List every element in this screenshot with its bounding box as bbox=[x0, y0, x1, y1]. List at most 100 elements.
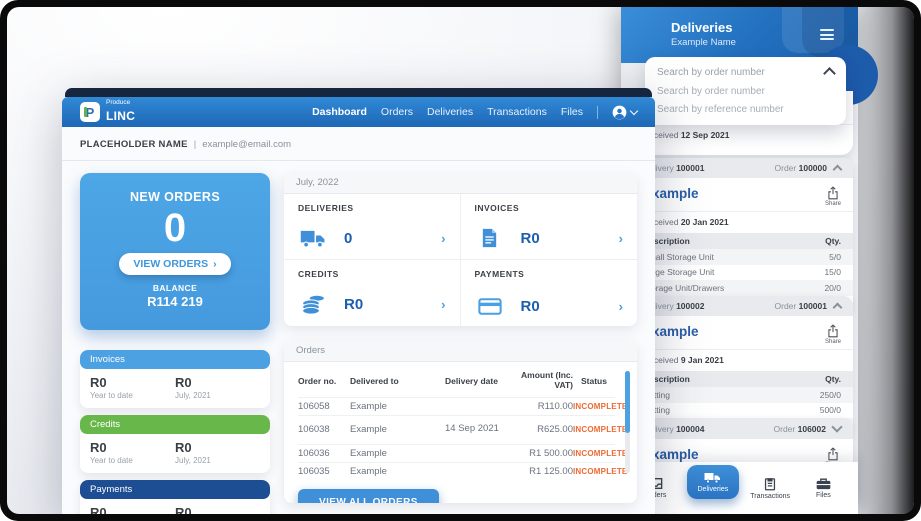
search-dropdown: Search by order number Search by order n… bbox=[645, 57, 846, 125]
screen-viewport: Deliveries Example Name Example Share Re… bbox=[7, 7, 914, 514]
chevron-up-icon bbox=[823, 67, 836, 80]
deliveries-tile[interactable]: DELIVERIES 0 › bbox=[284, 194, 461, 260]
collapse-icon[interactable] bbox=[832, 164, 843, 174]
balance-label: BALANCE bbox=[152, 283, 198, 293]
view-orders-button[interactable]: VIEW ORDERS › bbox=[119, 253, 231, 275]
chevron-down-icon bbox=[629, 106, 639, 116]
item-row: Large Storage Unit 15/0 bbox=[643, 267, 841, 277]
table-row[interactable]: 106035 Example R1 125.00 INCOMPLETE bbox=[298, 461, 627, 480]
logo-icon: P bbox=[80, 102, 100, 122]
search-option-order-number[interactable]: Search by order number bbox=[645, 83, 846, 101]
mobile-header: Deliveries Example Name bbox=[621, 7, 858, 63]
share-button[interactable]: Share bbox=[825, 186, 841, 207]
main-nav-bar: P Produce LINC Dashboard Orders Deliveri… bbox=[62, 97, 655, 127]
item-row: Netting 250/0 bbox=[631, 387, 853, 403]
nav-files[interactable]: Files bbox=[561, 106, 583, 118]
credits-ytd-value: R0 bbox=[90, 440, 107, 455]
mobile-bottom-nav: Orders Deliveries Transactions Files bbox=[621, 462, 858, 514]
delivery-card: Delivery 100002 Order 100001 Example Sha… bbox=[631, 296, 853, 434]
brand-linc: LINC bbox=[106, 108, 136, 123]
main-nav-items: Dashboard Orders Deliveries Transactions… bbox=[312, 105, 639, 120]
right-column: July, 2022 DELIVERIES 0 › INVOICES R0 › … bbox=[284, 173, 637, 503]
items-table-header: Description Qty. bbox=[631, 371, 853, 387]
payments-summary-title: Payments bbox=[80, 480, 270, 499]
nav-deliveries[interactable]: Deliveries bbox=[427, 106, 473, 118]
received-date-row: Received 9 Jan 2021 bbox=[631, 349, 853, 371]
invoices-tile[interactable]: INVOICES R0 › bbox=[460, 194, 637, 260]
share-icon bbox=[828, 447, 838, 461]
mobile-user-name: Example Name bbox=[671, 37, 736, 48]
item-row: Storage Unit/Drawers 20/0 bbox=[631, 280, 853, 296]
left-column: NEW ORDERS 0 VIEW ORDERS › BALANCE R114 … bbox=[80, 173, 270, 514]
chevron-right-icon: › bbox=[213, 258, 217, 270]
received-date-row: Received 12 Sep 2021 bbox=[631, 124, 853, 146]
desktop-dashboard-window: P Produce LINC Dashboard Orders Deliveri… bbox=[62, 88, 655, 514]
delivery-card-header[interactable]: Delivery 100004 Order 106002 bbox=[631, 418, 853, 439]
scrollbar-thumb[interactable] bbox=[625, 371, 630, 433]
invoice-icon bbox=[475, 228, 505, 248]
new-orders-card: NEW ORDERS 0 VIEW ORDERS › BALANCE R114 … bbox=[80, 173, 270, 330]
credits-summary-card: Credits R0 Year to date R0 July, 2021 bbox=[80, 415, 270, 473]
invoices-ytd-value: R0 bbox=[90, 375, 107, 390]
payments-tile[interactable]: PAYMENTS R0 › bbox=[461, 260, 638, 326]
month-panel-title: July, 2022 bbox=[284, 173, 637, 194]
credits-summary-title: Credits bbox=[80, 415, 270, 434]
orders-table: Order no. Delivered to Delivery date Amo… bbox=[284, 362, 637, 480]
card-icon bbox=[475, 298, 505, 315]
account-name: PLACEHOLDER NAME bbox=[80, 139, 188, 150]
table-row[interactable]: 106058 Example R110.00 INCOMPLETE bbox=[298, 396, 627, 415]
chevron-right-icon: › bbox=[441, 231, 446, 246]
received-date-row: Received 20 Jan 2021 bbox=[631, 211, 853, 233]
item-row: Small Storage Unit 5/0 bbox=[631, 249, 853, 265]
nav-divider bbox=[597, 105, 598, 119]
item-row: Netting 500/0 bbox=[643, 405, 841, 415]
delivery-card: Delivery 100001 Order 100000 Example Sha… bbox=[631, 158, 853, 311]
status-badge: INCOMPLETE bbox=[573, 448, 628, 458]
mobile-nav-transactions[interactable]: Transactions bbox=[748, 477, 792, 500]
truck-icon bbox=[298, 229, 328, 248]
produce-linc-logo[interactable]: P Produce LINC bbox=[80, 100, 135, 124]
orders-panel-title: Orders bbox=[284, 341, 637, 362]
brand-produce: Produce bbox=[106, 99, 131, 107]
status-badge: INCOMPLETE bbox=[573, 401, 628, 411]
hamburger-menu-icon[interactable] bbox=[820, 29, 834, 43]
delivery-card-header[interactable]: Delivery 100001 Order 100000 bbox=[631, 158, 853, 178]
table-scrollbar[interactable] bbox=[625, 371, 630, 473]
nav-dashboard[interactable]: Dashboard bbox=[312, 106, 367, 118]
collapse-icon[interactable] bbox=[832, 302, 843, 312]
search-input[interactable]: Search by order number bbox=[645, 62, 846, 83]
chevron-right-icon: › bbox=[441, 297, 446, 312]
chevron-right-icon: › bbox=[618, 299, 623, 314]
nav-orders[interactable]: Orders bbox=[381, 106, 413, 118]
dashboard-body: PLACEHOLDER NAME | example@email.com NEW… bbox=[62, 127, 655, 514]
chevron-right-icon: › bbox=[618, 230, 623, 246]
share-button[interactable]: Share bbox=[825, 324, 841, 345]
invoices-summary-card: Invoices R0 Year to date R0 July, 2021 bbox=[80, 350, 270, 408]
mobile-nav-files[interactable]: Files bbox=[801, 478, 845, 499]
payments-prev-value: R0 bbox=[175, 505, 192, 514]
search-option-reference-number[interactable]: Search by reference number bbox=[645, 101, 846, 119]
month-summary-panel: July, 2022 DELIVERIES 0 › INVOICES R0 › … bbox=[284, 173, 637, 326]
invoices-prev-value: R0 bbox=[175, 375, 192, 390]
status-badge: INCOMPLETE bbox=[573, 466, 628, 476]
account-menu[interactable] bbox=[612, 105, 639, 120]
delivery-card-header[interactable]: Delivery 100002 Order 100001 bbox=[631, 296, 853, 316]
invoices-summary-title: Invoices bbox=[80, 350, 270, 369]
coins-icon bbox=[298, 294, 328, 315]
mobile-page-title: Deliveries bbox=[671, 20, 733, 35]
status-badge: INCOMPLETE bbox=[573, 425, 628, 435]
balance-value: R114 219 bbox=[147, 294, 203, 309]
expand-icon[interactable] bbox=[831, 421, 843, 433]
table-row[interactable]: 106038 Example 14 Sep 2021 R625.00 INCOMPLET… bbox=[298, 414, 627, 444]
credits-tile[interactable]: CREDITS R0 › bbox=[284, 260, 461, 326]
truck-icon bbox=[704, 473, 721, 484]
mobile-nav-deliveries[interactable]: Deliveries bbox=[686, 465, 739, 499]
nav-transactions[interactable]: Transactions bbox=[487, 106, 547, 118]
view-all-orders-button[interactable]: VIEW ALL ORDERS bbox=[298, 488, 439, 503]
window-top-edge bbox=[65, 88, 652, 97]
credits-prev-value: R0 bbox=[175, 440, 192, 455]
table-row[interactable]: 106036 Example R1 500.00 INCOMPLETE bbox=[298, 443, 627, 462]
account-info-row: PLACEHOLDER NAME | example@email.com bbox=[62, 127, 655, 161]
share-icon bbox=[828, 324, 838, 338]
device-frame: Deliveries Example Name Example Share Re… bbox=[0, 0, 921, 521]
